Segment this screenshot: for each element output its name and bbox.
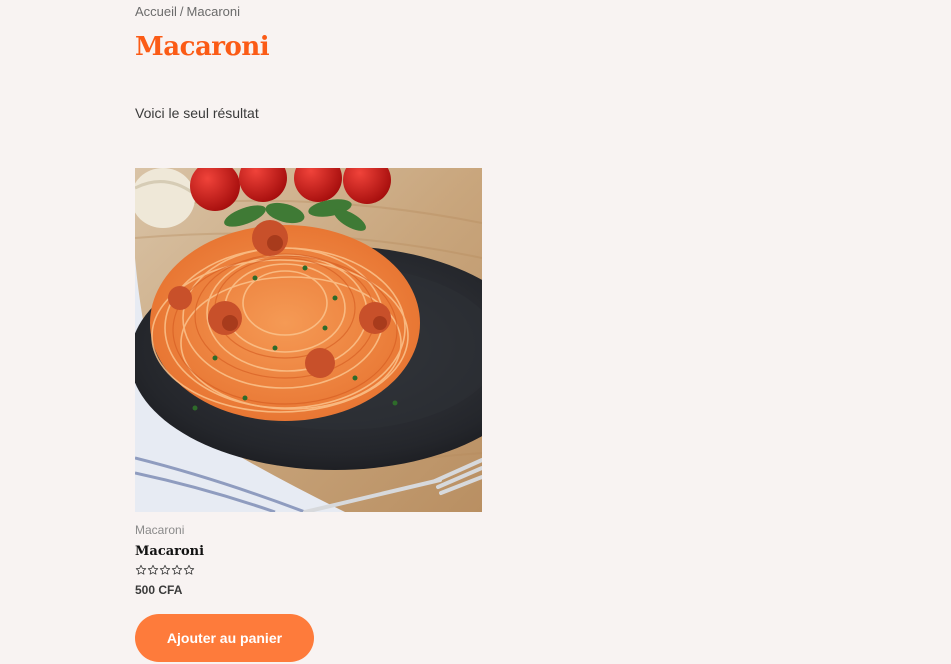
add-to-cart-button[interactable]: Ajouter au panier bbox=[135, 614, 314, 662]
star-icon bbox=[183, 564, 195, 575]
star-icon bbox=[159, 564, 171, 575]
result-count: Voici le seul résultat bbox=[135, 105, 259, 121]
rating-stars bbox=[135, 564, 482, 578]
product-image[interactable] bbox=[135, 168, 482, 512]
star-icon bbox=[135, 564, 147, 575]
breadcrumb-home-link[interactable]: Accueil bbox=[135, 4, 177, 19]
product-card: Macaroni Macaroni 500 CFA bbox=[135, 168, 482, 597]
breadcrumb-current: Macaroni bbox=[186, 4, 241, 19]
star-icon bbox=[171, 564, 183, 575]
product-name-link[interactable]: Macaroni bbox=[135, 544, 482, 560]
star-icon bbox=[147, 564, 159, 575]
breadcrumb: Accueil / Macaroni bbox=[135, 4, 240, 19]
product-category: Macaroni bbox=[135, 523, 185, 537]
page-title: Macaroni bbox=[135, 32, 270, 62]
breadcrumb-separator: / bbox=[179, 4, 184, 19]
product-price: 500 CFA bbox=[135, 583, 183, 597]
